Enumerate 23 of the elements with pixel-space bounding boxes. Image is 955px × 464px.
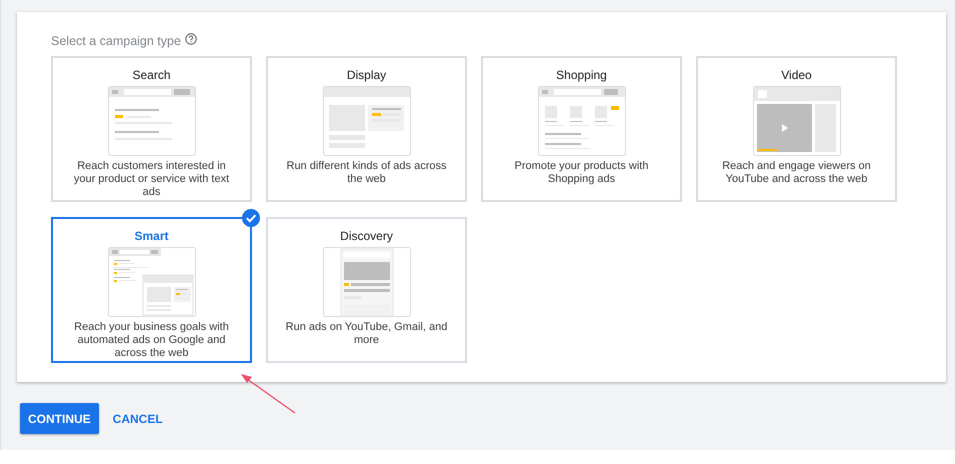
option-description: Run ads on YouTube, Gmail, and more xyxy=(284,321,448,347)
option-description: Reach your business goals with automated ads on Google and across the web xyxy=(73,321,230,360)
option-description: Run different kinds of ads across the web xyxy=(286,160,448,186)
option-title: Discovery xyxy=(340,228,393,244)
cancel-button[interactable]: CANCEL xyxy=(104,403,171,434)
campaign-type-option[interactable]: Display Run different kinds of ads across the web xyxy=(266,56,467,202)
option-title: Search xyxy=(132,67,171,83)
section-label: Select a campaign type xyxy=(51,34,181,48)
campaign-type-option[interactable]: Shopping Promote your products with Shopping ads xyxy=(481,56,682,202)
option-title: Smart xyxy=(134,228,168,244)
check-icon xyxy=(242,209,260,227)
help-icon[interactable] xyxy=(184,33,197,45)
option-description: Reach customers interested in your product or service with text ads xyxy=(72,160,230,199)
campaign-type-option[interactable]: Smart Reach your business goals with automated ads on Google and across the web xyxy=(51,217,252,363)
option-description: Promote your products with Shopping ads xyxy=(514,160,650,186)
campaign-type-option[interactable]: Discovery Run ads on YouTube, Gmail, and more xyxy=(266,217,467,363)
continue-button[interactable]: CONTINUE xyxy=(20,403,99,434)
option-description: Reach and engage viewers on YouTube and across the web xyxy=(721,160,872,186)
option-title: Display xyxy=(346,67,386,83)
option-title: Video xyxy=(781,67,812,83)
campaign-type-option[interactable]: Video Reach and engage viewers on YouTube and across the web xyxy=(696,56,897,202)
campaign-type-option[interactable]: Search Reach customers interested in your product or service with text ads xyxy=(51,56,252,202)
option-title: Shopping xyxy=(556,67,607,83)
